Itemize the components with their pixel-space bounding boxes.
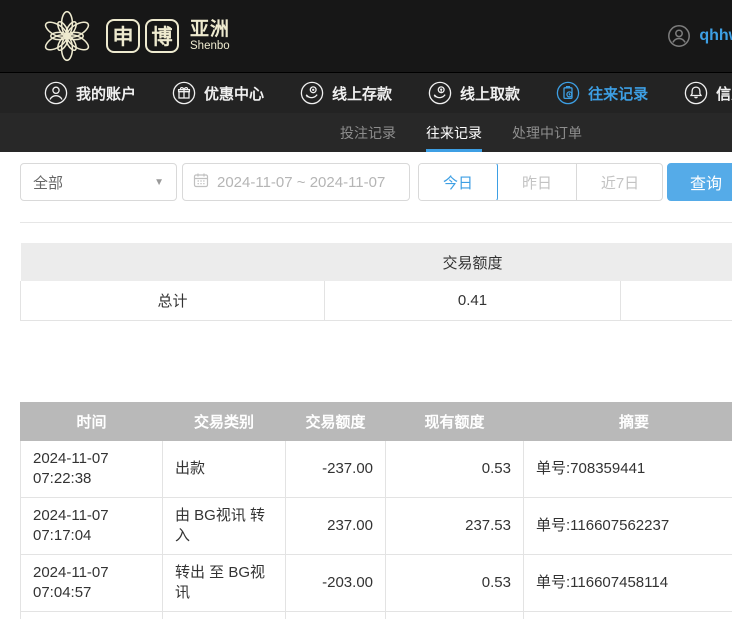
bell-icon xyxy=(684,81,708,105)
nav-item-deposit[interactable]: 线上存款 xyxy=(300,81,392,105)
tab-bet-records[interactable]: 投注记录 xyxy=(340,113,396,152)
nav-item-withdrawal[interactable]: 线上取款 xyxy=(428,81,520,105)
table-row: 2024-11-07 07:04:57转出 至 BG视讯-203.000.53单… xyxy=(21,555,732,612)
user-avatar-icon xyxy=(667,24,691,48)
records-icon xyxy=(556,81,580,105)
top-header-bar: 申 博 亚洲 Shenbo qhhw2 xyxy=(0,0,732,72)
cell-balance: 0.53 xyxy=(386,555,524,612)
select-value: 全部 xyxy=(33,172,63,193)
cell-time: 2024-11-07 07:04:46 xyxy=(21,612,163,619)
main-navigation: 我的账户 优惠中心 线上存款 线上取款 往来记录 信息 xyxy=(0,72,732,113)
cell-amount: 1.00 xyxy=(286,612,386,619)
nav-item-label: 信息 xyxy=(716,83,732,104)
column-header: 时间 xyxy=(21,403,163,441)
sub-navigation: 投注记录往来记录处理中订单 xyxy=(0,113,732,152)
summary-empty-header xyxy=(621,243,732,281)
column-header: 现有额度 xyxy=(386,403,524,441)
summary-total-value: 0.41 xyxy=(325,281,621,320)
cell-amount: 237.00 xyxy=(286,498,386,555)
nav-item-label: 线上取款 xyxy=(460,83,520,104)
section-divider xyxy=(20,222,732,223)
nav-item-label: 线上存款 xyxy=(332,83,392,104)
transaction-type-select[interactable]: 全部 ▼ xyxy=(20,163,177,201)
brand-char-box: 申 xyxy=(106,19,140,53)
quick-button-yesterday[interactable]: 昨日 xyxy=(498,163,577,201)
summary-empty-cell xyxy=(621,281,732,320)
brand-subtitle: 亚洲 Shenbo xyxy=(190,20,230,53)
summary-total-label: 总计 xyxy=(21,281,325,320)
user-account-area[interactable]: qhhw2 xyxy=(667,0,732,72)
flower-logo-icon xyxy=(40,9,94,63)
nav-item-records[interactable]: 往来记录 xyxy=(556,81,648,105)
withdraw-icon xyxy=(428,81,452,105)
cell-type: 由 BG视讯 转入 xyxy=(163,498,286,555)
quick-date-button-group: 今日昨日近7日 xyxy=(418,163,663,201)
page: 申 博 亚洲 Shenbo qhhw2 我的账户优惠中心线上存款线上取款往来记录… xyxy=(0,0,732,619)
date-range-value: 2024-11-07 ~ 2024-11-07 xyxy=(217,174,385,191)
summary-total-row: 总计 0.41 xyxy=(21,281,732,320)
chevron-down-icon: ▼ xyxy=(154,177,164,188)
nav-item-my-account[interactable]: 我的账户 xyxy=(44,81,136,105)
cell-balance: 203.53 xyxy=(386,612,524,619)
user-icon xyxy=(44,81,68,105)
quick-button-today[interactable]: 今日 xyxy=(418,163,498,201)
cell-summary: 单号:708359441 xyxy=(524,441,732,498)
cell-time: 2024-11-07 07:04:57 xyxy=(21,555,163,612)
records-header-row: 时间交易类别交易额度现有额度摘要 xyxy=(21,403,732,441)
cell-summary: 单号:116607458114 xyxy=(524,555,732,612)
cell-type: 出款 xyxy=(163,441,286,498)
cell-type: 转出 至 BG视讯 xyxy=(163,555,286,612)
brand-logo[interactable]: 申 博 亚洲 Shenbo xyxy=(40,9,230,63)
summary-amount-header: 交易额度 xyxy=(325,243,621,281)
brand-name-boxes: 申 博 xyxy=(106,19,179,53)
summary-empty-header xyxy=(21,243,325,281)
tab-transaction-records[interactable]: 往来记录 xyxy=(426,113,482,152)
cell-summary: 单号:202411073775082582 xyxy=(524,612,732,619)
table-row: 2024-11-07 07:17:04由 BG视讯 转入237.00237.53… xyxy=(21,498,732,555)
cell-balance: 237.53 xyxy=(386,498,524,555)
transaction-records-table: 时间交易类别交易额度现有额度摘要 2024-11-07 07:22:38出款-2… xyxy=(20,402,732,619)
cell-time: 2024-11-07 07:17:04 xyxy=(21,498,163,555)
nav-item-label: 往来记录 xyxy=(588,83,648,104)
cell-amount: -203.00 xyxy=(286,555,386,612)
tab-pending-orders[interactable]: 处理中订单 xyxy=(512,113,582,152)
cell-time: 2024-11-07 07:22:38 xyxy=(21,441,163,498)
table-row: 2024-11-07 07:22:38出款-237.000.53单号:70835… xyxy=(21,441,732,498)
cell-summary: 单号:116607562237 xyxy=(524,498,732,555)
date-range-input[interactable]: 2024-11-07 ~ 2024-11-07 xyxy=(182,163,410,201)
gift-icon xyxy=(172,81,196,105)
cell-balance: 0.53 xyxy=(386,441,524,498)
nav-item-messages[interactable]: 信息 xyxy=(684,81,732,105)
username-text[interactable]: qhhw2 xyxy=(699,27,732,45)
column-header: 交易额度 xyxy=(286,403,386,441)
cell-amount: -237.00 xyxy=(286,441,386,498)
summary-header-row: 交易额度 xyxy=(21,243,732,281)
cell-type: CGPAY-CG钱包支付笔笔送优惠 xyxy=(163,612,286,619)
column-header: 交易类别 xyxy=(163,403,286,441)
deposit-icon xyxy=(300,81,324,105)
search-button[interactable]: 查询 xyxy=(667,163,732,201)
brand-char-box: 博 xyxy=(145,19,179,53)
column-header: 摘要 xyxy=(524,403,732,441)
quick-button-last7days[interactable]: 近7日 xyxy=(577,163,663,201)
nav-item-label: 优惠中心 xyxy=(204,83,264,104)
summary-table: 交易额度 总计 0.41 xyxy=(20,243,732,321)
nav-item-label: 我的账户 xyxy=(76,83,136,104)
table-row: 2024-11-07 07:04:46CGPAY-CG钱包支付笔笔送优惠1.00… xyxy=(21,612,732,619)
calendar-icon xyxy=(193,172,209,192)
nav-item-promotions[interactable]: 优惠中心 xyxy=(172,81,264,105)
